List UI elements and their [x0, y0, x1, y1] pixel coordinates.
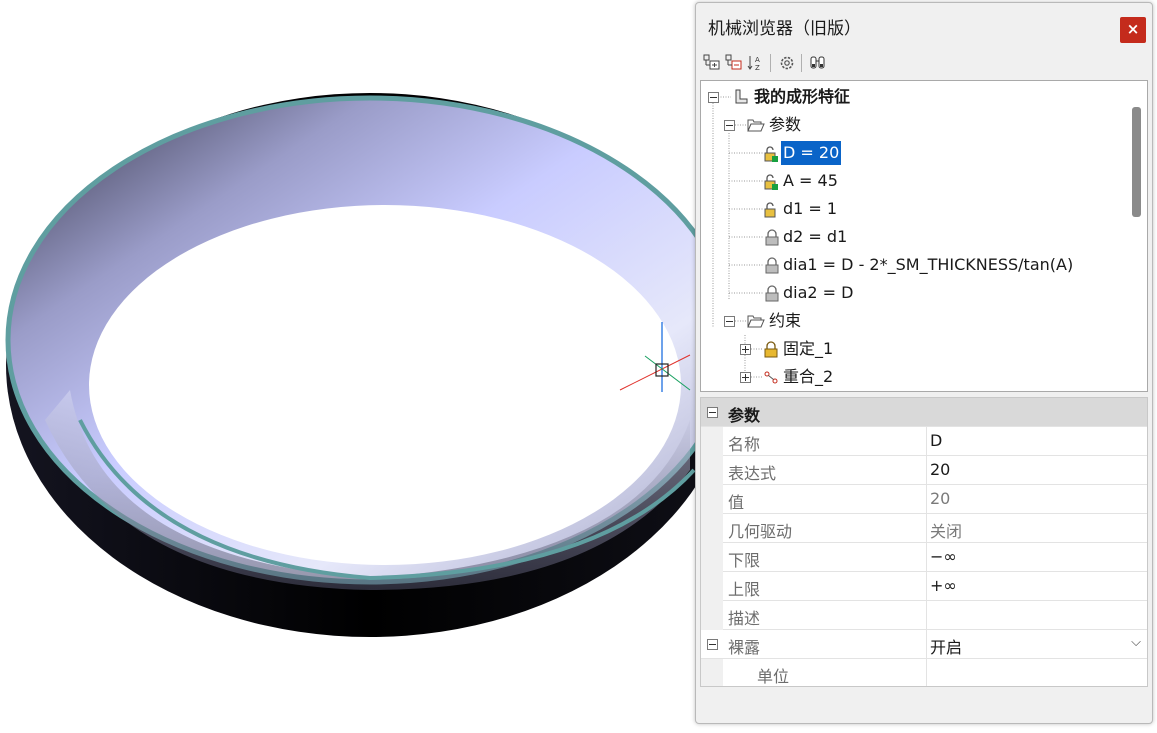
tree-param-item[interactable]: dia2 = D	[783, 281, 853, 305]
prop-value[interactable]: −∞	[930, 547, 957, 566]
tree-params-folder[interactable]: 参数	[769, 113, 801, 137]
tree-constraints-folder[interactable]: 约束	[769, 309, 801, 333]
prop-label: 单位	[757, 667, 790, 686]
prop-row-description[interactable]: 描述	[701, 601, 1147, 630]
fix-constraint-icon	[764, 341, 778, 358]
prop-label: 几何驱动	[728, 522, 793, 541]
tree-param-item[interactable]: dia1 = D - 2*_SM_THICKNESS/tan(A)	[783, 253, 1073, 277]
unlocked-param-icon	[764, 202, 776, 218]
tree-collapse-toggle-root[interactable]	[708, 92, 719, 103]
collapse-all-icon[interactable]	[724, 53, 744, 73]
prop-value: 关闭	[930, 522, 963, 541]
properties-grid: 参数 名称 D 表达式 20 值 20 几何驱动 关闭 下限 −∞ 上限 +∞ …	[700, 397, 1148, 687]
find-icon[interactable]	[808, 53, 828, 73]
locked-param-icon	[765, 285, 779, 302]
panel-toolbar: AZ	[696, 51, 1152, 75]
tree-expand-toggle-constraint[interactable]	[740, 344, 751, 355]
settings-icon[interactable]	[777, 53, 797, 73]
panel-title: 机械浏览器（旧版）	[708, 19, 861, 39]
tree-param-item[interactable]: A = 45	[783, 169, 838, 193]
unlocked-param-icon	[764, 174, 778, 190]
prop-label: 上限	[728, 580, 761, 599]
close-button[interactable]: ×	[1120, 17, 1146, 43]
tree-constraint-item[interactable]: 重合_2	[783, 365, 833, 389]
props-section-header[interactable]: 参数	[701, 398, 1147, 427]
prop-row-upper-limit[interactable]: 上限 +∞	[701, 572, 1147, 601]
tree-expand-toggle-constraint[interactable]	[740, 372, 751, 383]
mechanical-browser-panel: 机械浏览器（旧版） × AZ 我的成形特征 参数 D = 20 A = 45 d…	[695, 2, 1153, 724]
expand-all-icon[interactable]	[702, 53, 722, 73]
prop-row-value: 值 20	[701, 485, 1147, 514]
tree-collapse-toggle-params[interactable]	[724, 120, 735, 131]
tree-param-item[interactable]: d2 = d1	[783, 225, 847, 249]
prop-label: 值	[728, 493, 745, 512]
unlocked-param-icon	[764, 146, 778, 162]
prop-label: 名称	[728, 435, 761, 454]
ring-hole	[89, 205, 681, 565]
prop-label: 描述	[728, 609, 761, 628]
exposed-collapse-toggle[interactable]	[707, 639, 718, 650]
prop-label: 表达式	[728, 464, 777, 483]
panel-titlebar[interactable]: 机械浏览器（旧版） ×	[696, 3, 1152, 47]
prop-value: 20	[930, 489, 951, 508]
tree-scrollbar-thumb[interactable]	[1132, 107, 1141, 217]
locked-param-icon	[765, 257, 779, 274]
folder-open-icon	[747, 315, 765, 328]
section-title: 参数	[728, 406, 761, 425]
svg-text:Z: Z	[755, 64, 760, 72]
chevron-down-icon[interactable]: ⌵	[1131, 635, 1141, 650]
locked-param-icon	[765, 229, 779, 246]
folder-open-icon	[747, 119, 765, 132]
tree-param-item[interactable]: D = 20	[781, 141, 842, 165]
section-collapse-toggle[interactable]	[707, 407, 718, 418]
prop-value[interactable]: D	[930, 431, 942, 450]
feature-tree[interactable]: 我的成形特征 参数 D = 20 A = 45 d1 = 1 d2 = d1 d…	[700, 80, 1148, 392]
tree-collapse-toggle-constraints[interactable]	[724, 316, 735, 327]
prop-label: 裸露	[728, 638, 761, 657]
prop-label: 下限	[728, 551, 761, 570]
prop-row-expression[interactable]: 表达式 20	[701, 456, 1147, 485]
tree-param-item[interactable]: d1 = 1	[783, 197, 837, 221]
prop-row-exposed[interactable]: 裸露 开启 ⌵	[701, 630, 1147, 659]
prop-row-unit[interactable]: 单位	[701, 659, 1147, 686]
tree-root-label[interactable]: 我的成形特征	[754, 85, 850, 109]
coincident-constraint-icon	[764, 371, 778, 384]
prop-row-lower-limit[interactable]: 下限 −∞	[701, 543, 1147, 572]
prop-value[interactable]: +∞	[930, 576, 957, 595]
prop-row-name[interactable]: 名称 D	[701, 427, 1147, 456]
sort-az-icon[interactable]: AZ	[746, 53, 766, 73]
svg-text:A: A	[755, 56, 760, 64]
formed-feature-icon	[735, 89, 748, 104]
prop-value[interactable]: 20	[930, 460, 950, 479]
tree-constraint-item[interactable]: 固定_1	[783, 337, 833, 361]
prop-row-geometry-driven: 几何驱动 关闭	[701, 514, 1147, 543]
exposed-dropdown[interactable]: 开启	[930, 634, 962, 658]
